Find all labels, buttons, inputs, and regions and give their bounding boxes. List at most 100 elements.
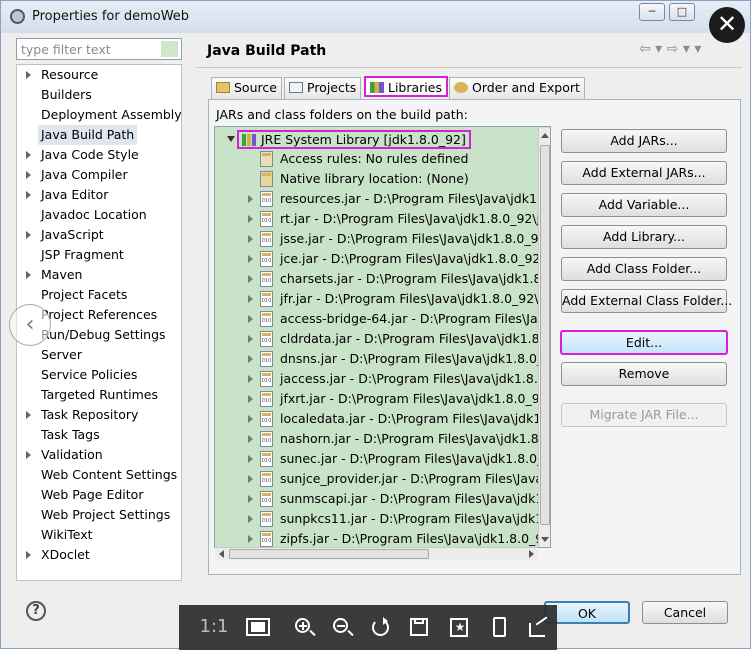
expand-arrow-icon[interactable] bbox=[248, 515, 253, 523]
list-item[interactable]: 010 sunec.jar - D:\Program Files\Java\jdk… bbox=[215, 449, 550, 469]
add-external-jars-button[interactable]: Add External JARs... bbox=[561, 161, 727, 185]
zoom-out-icon[interactable] bbox=[329, 615, 357, 639]
filter-clear-icon[interactable] bbox=[161, 41, 178, 57]
sidebar-item-task-tags[interactable]: Task Tags bbox=[17, 425, 181, 445]
expand-arrow-icon[interactable] bbox=[248, 435, 253, 443]
scroll-down-arrow-icon[interactable] bbox=[541, 537, 549, 542]
expand-arrow-icon[interactable] bbox=[248, 195, 253, 203]
access-rules-row[interactable]: Access rules: No rules defined bbox=[215, 149, 545, 169]
expand-arrow-icon[interactable] bbox=[26, 171, 31, 179]
sidebar-item-java-build-path[interactable]: Java Build Path bbox=[17, 125, 181, 145]
sidebar-item-task-repository[interactable]: Task Repository bbox=[17, 405, 181, 425]
sidebar-item-java-code-style[interactable]: Java Code Style bbox=[17, 145, 181, 165]
horizontal-scroll-thumb[interactable] bbox=[229, 549, 429, 559]
list-item[interactable]: 010 jfr.jar - D:\Program Files\Java\jdk1.… bbox=[215, 289, 550, 309]
filter-input[interactable] bbox=[16, 38, 182, 60]
expand-arrow-icon[interactable] bbox=[26, 411, 31, 419]
expand-arrow-icon[interactable] bbox=[26, 191, 31, 199]
expand-arrow-icon[interactable] bbox=[248, 215, 253, 223]
expand-arrow-icon[interactable] bbox=[26, 151, 31, 159]
list-item[interactable]: 010 access-bridge-64.jar - D:\Program Fil… bbox=[215, 309, 545, 329]
expand-arrow-icon[interactable] bbox=[248, 415, 253, 423]
list-item[interactable]: 010 cldrdata.jar - D:\Program Files\Java\… bbox=[215, 329, 545, 349]
add-variable-button[interactable]: Add Variable... bbox=[561, 193, 727, 217]
cancel-button[interactable]: Cancel bbox=[642, 601, 728, 624]
remove-button[interactable]: Remove bbox=[561, 362, 727, 386]
sidebar-item-wikitext[interactable]: WikiText bbox=[17, 525, 181, 545]
sidebar-item-targeted-runtimes[interactable]: Targeted Runtimes bbox=[17, 385, 181, 405]
expand-arrow-icon[interactable] bbox=[248, 375, 253, 383]
list-item[interactable]: 010 resources.jar - D:\Program Files\Java… bbox=[215, 189, 550, 209]
sidebar-item-web-page-editor[interactable]: Web Page Editor bbox=[17, 485, 181, 505]
expand-arrow-icon[interactable] bbox=[248, 495, 253, 503]
migrate-jar-button[interactable]: Migrate JAR File... bbox=[561, 403, 727, 427]
sidebar-item-java-compiler[interactable]: Java Compiler bbox=[17, 165, 181, 185]
sidebar-item-xdoclet[interactable]: XDoclet bbox=[17, 545, 181, 565]
phone-icon[interactable] bbox=[485, 615, 513, 639]
expand-arrow-icon[interactable] bbox=[26, 71, 31, 79]
save-icon[interactable] bbox=[405, 615, 433, 639]
sidebar-item-project-facets[interactable]: Project Facets bbox=[17, 285, 181, 305]
jre-system-library-row[interactable]: JRE System Library [jdk1.8.0_92] bbox=[215, 129, 545, 149]
sidebar-item-deployment-assembly[interactable]: Deployment Assembly bbox=[17, 105, 181, 125]
collapse-arrow-icon[interactable] bbox=[227, 136, 235, 142]
add-external-class-folder-button[interactable]: Add External Class Folder... bbox=[561, 289, 732, 313]
expand-arrow-icon[interactable] bbox=[248, 275, 253, 283]
expand-arrow-icon[interactable] bbox=[26, 451, 31, 459]
expand-arrow-icon[interactable] bbox=[248, 295, 253, 303]
list-item[interactable]: 010 sunmscapi.jar - D:\Program Files\Java… bbox=[215, 489, 550, 509]
list-item[interactable]: 010 sunpkcs11.jar - D:\Program Files\Java… bbox=[215, 509, 550, 529]
expand-arrow-icon[interactable] bbox=[26, 551, 31, 559]
sidebar-item-java-editor[interactable]: Java Editor bbox=[17, 185, 181, 205]
sidebar-item-maven[interactable]: Maven bbox=[17, 265, 181, 285]
list-item[interactable]: 010 jce.jar - D:\Program Files\Java\jdk1.… bbox=[215, 249, 550, 269]
scroll-up-arrow-icon[interactable] bbox=[541, 133, 549, 138]
maximize-button[interactable]: □ bbox=[669, 3, 695, 21]
sidebar-item-server[interactable]: Server bbox=[17, 345, 181, 365]
sidebar-item-builders[interactable]: Builders bbox=[17, 85, 181, 105]
expand-arrow-icon[interactable] bbox=[248, 235, 253, 243]
page-navigation-arrows-icon[interactable]: ⇦ ▾ ⇨ ▾ ▾ bbox=[639, 41, 701, 57]
tab-source[interactable]: Source bbox=[211, 77, 282, 99]
list-vertical-scrollbar[interactable] bbox=[538, 128, 550, 547]
help-icon[interactable]: ? bbox=[26, 601, 46, 621]
sidebar-item-javascript[interactable]: JavaScript bbox=[17, 225, 181, 245]
bookmark-star-icon[interactable]: ★ bbox=[445, 615, 473, 639]
sidebar-item-jsp-fragment[interactable]: JSP Fragment bbox=[17, 245, 181, 265]
expand-arrow-icon[interactable] bbox=[248, 355, 253, 363]
minimize-button[interactable]: ─ bbox=[639, 3, 665, 21]
zoom-in-icon[interactable] bbox=[291, 615, 319, 639]
list-item[interactable]: 010 charsets.jar - D:\Program Files\Java\… bbox=[215, 269, 545, 289]
add-class-folder-button[interactable]: Add Class Folder... bbox=[561, 257, 727, 281]
actual-size-button[interactable]: 1:1 bbox=[197, 615, 231, 639]
list-item[interactable]: 010 nashorn.jar - D:\Program Files\Java\j… bbox=[215, 429, 550, 449]
list-item[interactable]: 010 sunjce_provider.jar - D:\Program File… bbox=[215, 469, 547, 489]
expand-arrow-icon[interactable] bbox=[248, 335, 253, 343]
list-item[interactable]: 010 zipfs.jar - D:\Program Files\Java\jdk… bbox=[215, 529, 550, 547]
tab-projects[interactable]: Projects bbox=[284, 77, 362, 99]
list-item[interactable]: 010 jfxrt.jar - D:\Program Files\Java\jdk… bbox=[215, 389, 550, 409]
edit-button[interactable]: Edit... bbox=[560, 330, 728, 355]
expand-arrow-icon[interactable] bbox=[248, 455, 253, 463]
native-library-row[interactable]: Native library location: (None) bbox=[215, 169, 545, 189]
expand-arrow-icon[interactable] bbox=[248, 395, 253, 403]
sidebar-item-javadoc-location[interactable]: Javadoc Location bbox=[17, 205, 181, 225]
tab-libraries[interactable]: Libraries bbox=[364, 76, 448, 97]
expand-arrow-icon[interactable] bbox=[248, 255, 253, 263]
sidebar-item-service-policies[interactable]: Service Policies bbox=[17, 365, 181, 385]
expand-arrow-icon[interactable] bbox=[248, 315, 253, 323]
add-library-button[interactable]: Add Library... bbox=[561, 225, 727, 249]
vertical-scroll-thumb[interactable] bbox=[540, 145, 550, 525]
list-item[interactable]: 010 rt.jar - D:\Program Files\Java\jdk1.8… bbox=[215, 209, 550, 229]
list-item[interactable]: 010 jsse.jar - D:\Program Files\Java\jdk1… bbox=[215, 229, 550, 249]
expand-arrow-icon[interactable] bbox=[248, 535, 253, 543]
sidebar-item-web-content-settings[interactable]: Web Content Settings bbox=[17, 465, 181, 485]
scroll-left-arrow-icon[interactable] bbox=[219, 550, 224, 558]
fit-screen-icon[interactable] bbox=[243, 615, 273, 639]
scroll-right-arrow-icon[interactable] bbox=[529, 550, 534, 558]
add-jars-button[interactable]: Add JARs... bbox=[561, 129, 727, 153]
build-path-list[interactable]: JRE System Library [jdk1.8.0_92] Access … bbox=[214, 126, 551, 548]
list-item[interactable]: 010 localedata.jar - D:\Program Files\Jav… bbox=[215, 409, 550, 429]
list-item[interactable]: 010 jaccess.jar - D:\Program Files\Java\j… bbox=[215, 369, 550, 389]
sidebar-item-web-project-settings[interactable]: Web Project Settings bbox=[17, 505, 181, 525]
